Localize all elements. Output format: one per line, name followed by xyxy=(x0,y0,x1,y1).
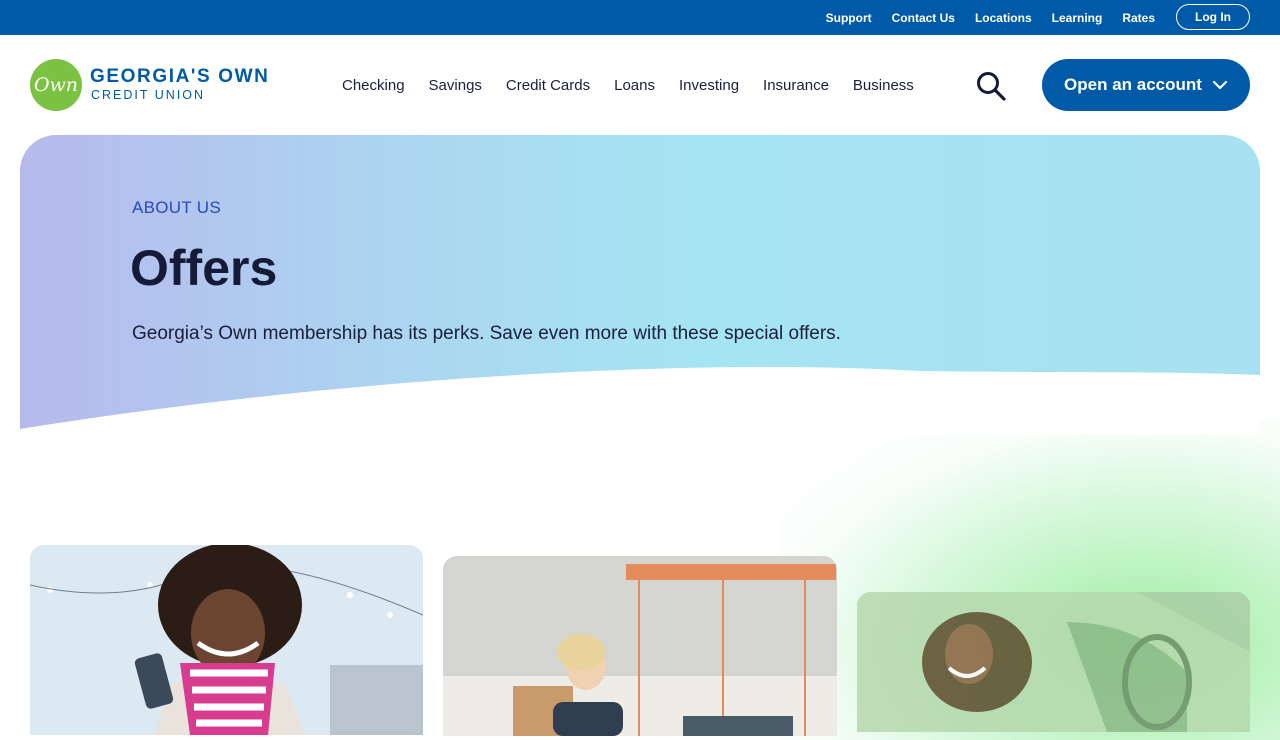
hero-banner: ABOUT US Offers Georgia’s Own membership… xyxy=(20,135,1260,435)
utility-links: Support Contact Us Locations Learning Ra… xyxy=(826,0,1155,35)
login-button[interactable]: Log In xyxy=(1176,4,1250,30)
utility-link-support[interactable]: Support xyxy=(826,11,872,25)
search-icon xyxy=(977,72,1006,101)
offer-photo-woman-home xyxy=(443,556,837,736)
utility-link-contact-us[interactable]: Contact Us xyxy=(892,11,955,25)
nav-item-loans[interactable]: Loans xyxy=(614,77,655,94)
offer-card-image-2[interactable] xyxy=(443,556,837,736)
nav-item-insurance[interactable]: Insurance xyxy=(763,77,829,94)
logo[interactable]: Own GEORGIA'S OWN CREDIT UNION xyxy=(30,59,280,111)
main-header: Own GEORGIA'S OWN CREDIT UNION Checking … xyxy=(0,35,1280,135)
main-nav: Checking Savings Credit Cards Loans Inve… xyxy=(342,35,914,135)
utility-bar: Support Contact Us Locations Learning Ra… xyxy=(0,0,1280,35)
search-button[interactable] xyxy=(975,71,1009,101)
offer-photo-woman-car xyxy=(857,592,1250,732)
open-account-label: Open an account xyxy=(1064,75,1202,94)
logo-name: GEORGIA'S OWN xyxy=(90,66,270,87)
hero-wave-divider xyxy=(20,367,1260,435)
offer-card-image-1[interactable] xyxy=(30,545,423,735)
offer-photo-woman-phone xyxy=(30,545,423,735)
chevron-down-icon xyxy=(1212,80,1228,90)
nav-item-investing[interactable]: Investing xyxy=(679,77,739,94)
utility-link-rates[interactable]: Rates xyxy=(1122,11,1155,25)
logo-subtitle: CREDIT UNION xyxy=(91,88,206,102)
nav-item-credit-cards[interactable]: Credit Cards xyxy=(506,77,590,94)
nav-item-business[interactable]: Business xyxy=(853,77,914,94)
offer-card-image-3[interactable] xyxy=(857,592,1250,732)
nav-item-savings[interactable]: Savings xyxy=(429,77,482,94)
logo-mark: Own xyxy=(30,59,82,111)
utility-link-locations[interactable]: Locations xyxy=(975,11,1032,25)
open-account-button[interactable]: Open an account xyxy=(1042,59,1250,111)
nav-item-checking[interactable]: Checking xyxy=(342,77,405,94)
utility-link-learning[interactable]: Learning xyxy=(1052,11,1103,25)
